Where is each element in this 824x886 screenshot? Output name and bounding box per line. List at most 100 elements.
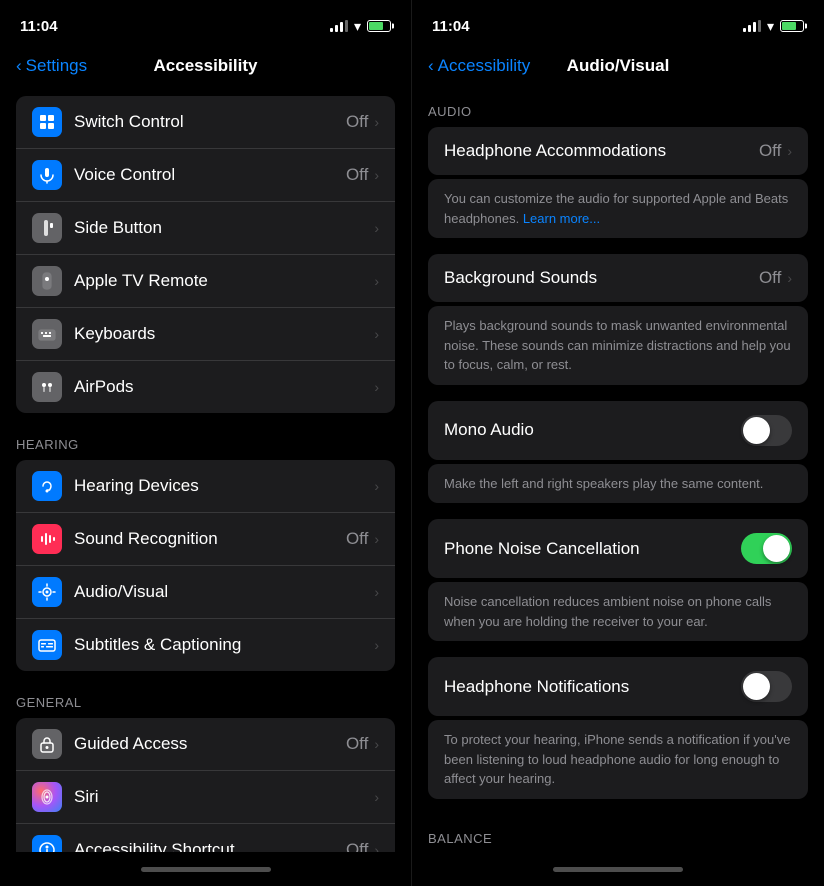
list-item-side-button[interactable]: Side Button ›: [16, 202, 395, 255]
background-sounds-row[interactable]: Background Sounds Off ›: [428, 254, 808, 302]
status-icons-left: ▾: [330, 18, 391, 35]
apple-tv-remote-icon: [32, 266, 62, 296]
chevron-icon: ›: [374, 478, 379, 494]
headphone-accommodations-description: You can customize the audio for supporte…: [428, 179, 808, 238]
headphone-notifications-card: Headphone Notifications: [428, 657, 808, 716]
back-label-left: Settings: [26, 56, 87, 76]
phone-noise-cancellation-card: Phone Noise Cancellation: [428, 519, 808, 578]
mono-audio-toggle-thumb: [743, 417, 770, 444]
headphone-accommodations-card[interactable]: Headphone Accommodations Off ›: [428, 127, 808, 175]
list-item-keyboards[interactable]: Keyboards ›: [16, 308, 395, 361]
right-list-content: AUDIO Headphone Accommodations Off › You…: [412, 88, 824, 852]
general-list-group: Guided Access Off › Siri ›: [16, 718, 395, 852]
side-button-icon: [32, 213, 62, 243]
accessibility-shortcut-value: Off: [346, 840, 368, 852]
phone-noise-cancellation-row: Phone Noise Cancellation: [428, 519, 808, 578]
wifi-icon-left: ▾: [354, 18, 361, 35]
signal-bar-3: [753, 22, 756, 32]
mono-audio-description: Make the left and right speakers play th…: [428, 464, 808, 504]
back-label-right: Accessibility: [438, 56, 531, 76]
status-bar-right: 11:04 ▾: [412, 0, 824, 44]
battery-fill-right: [782, 22, 796, 30]
signal-bar-4: [758, 20, 761, 32]
headphone-notifications-toggle-thumb: [743, 673, 770, 700]
list-item-voice-control[interactable]: Voice Control Off ›: [16, 149, 395, 202]
back-button-right[interactable]: ‹ Accessibility: [428, 56, 530, 76]
background-sounds-card[interactable]: Background Sounds Off ›: [428, 254, 808, 302]
signal-bar-1: [743, 28, 746, 32]
headphone-accommodations-value: Off: [759, 141, 781, 161]
headphone-accommodations-row[interactable]: Headphone Accommodations Off ›: [428, 127, 808, 175]
chevron-icon: ›: [374, 379, 379, 395]
signal-bars-left: [330, 20, 348, 32]
hearing-devices-label: Hearing Devices: [74, 476, 374, 496]
list-item-siri[interactable]: Siri ›: [16, 771, 395, 824]
audio-visual-label: Audio/Visual: [74, 582, 374, 602]
chevron-icon: ›: [374, 273, 379, 289]
siri-label: Siri: [74, 787, 374, 807]
headphone-notifications-toggle[interactable]: [741, 671, 792, 702]
list-item-subtitles-captioning[interactable]: Subtitles & Captioning ›: [16, 619, 395, 671]
chevron-left-icon: ‹: [428, 56, 434, 76]
list-item-hearing-devices[interactable]: Hearing Devices ›: [16, 460, 395, 513]
keyboards-label: Keyboards: [74, 324, 374, 344]
page-title-right: Audio/Visual: [567, 56, 670, 76]
top-list-group: Switch Control Off › Voice Control Off ›: [16, 96, 395, 413]
home-bar-left: [141, 867, 271, 872]
sound-recognition-value: Off: [346, 529, 368, 549]
balance-section-label: BALANCE: [412, 815, 824, 853]
chevron-icon: ›: [374, 842, 379, 852]
switch-control-label: Switch Control: [74, 112, 346, 132]
general-section-header: GENERAL: [0, 679, 411, 718]
headphone-notifications-row: Headphone Notifications: [428, 657, 808, 716]
battery-icon-right: [780, 20, 804, 32]
guided-access-label: Guided Access: [74, 734, 346, 754]
switch-control-value: Off: [346, 112, 368, 132]
list-item-guided-access[interactable]: Guided Access Off ›: [16, 718, 395, 771]
airpods-icon: [32, 372, 62, 402]
phone-noise-cancellation-label: Phone Noise Cancellation: [444, 539, 741, 559]
list-item-audio-visual[interactable]: Audio/Visual ›: [16, 566, 395, 619]
learn-more-link[interactable]: Learn more...: [523, 211, 600, 226]
voice-control-label: Voice Control: [74, 165, 346, 185]
accessibility-shortcut-label: Accessibility Shortcut: [74, 840, 346, 852]
mono-audio-desc-text: Make the left and right speakers play th…: [444, 476, 763, 491]
chevron-icon: ›: [374, 584, 379, 600]
right-panel: 11:04 ▾ ‹ Accessibility Audio/Visual AUD…: [412, 0, 824, 886]
mono-audio-label: Mono Audio: [444, 420, 741, 440]
chevron-left-icon: ‹: [16, 56, 22, 76]
battery-fill-left: [369, 22, 383, 30]
audio-section-label: AUDIO: [412, 88, 824, 127]
headphone-notifications-description: To protect your hearing, iPhone sends a …: [428, 720, 808, 799]
battery-icon-left: [367, 20, 391, 32]
background-sounds-description: Plays background sounds to mask unwanted…: [428, 306, 808, 385]
list-item-accessibility-shortcut[interactable]: Accessibility Shortcut Off ›: [16, 824, 395, 852]
phone-noise-cancellation-description: Noise cancellation reduces ambient noise…: [428, 582, 808, 641]
list-item-airpods[interactable]: AirPods ›: [16, 361, 395, 413]
back-button-left[interactable]: ‹ Settings: [16, 56, 87, 76]
home-indicator-left: [0, 852, 411, 886]
guided-access-icon: [32, 729, 62, 759]
signal-bar-1: [330, 28, 333, 32]
phone-noise-cancellation-toggle[interactable]: [741, 533, 792, 564]
background-sounds-value: Off: [759, 268, 781, 288]
background-sounds-desc-text: Plays background sounds to mask unwanted…: [444, 318, 791, 372]
chevron-icon: ›: [374, 326, 379, 342]
apple-tv-remote-label: Apple TV Remote: [74, 271, 374, 291]
left-panel: 11:04 ▾ ‹ Settings Accessibility: [0, 0, 412, 886]
subtitles-captioning-icon: [32, 630, 62, 660]
list-item-switch-control[interactable]: Switch Control Off ›: [16, 96, 395, 149]
status-bar-left: 11:04 ▾: [0, 0, 411, 44]
subtitles-captioning-label: Subtitles & Captioning: [74, 635, 374, 655]
chevron-icon: ›: [374, 220, 379, 236]
chevron-icon: ›: [374, 736, 379, 752]
status-icons-right: ▾: [743, 18, 804, 35]
status-time-left: 11:04: [20, 18, 58, 35]
list-item-apple-tv-remote[interactable]: Apple TV Remote ›: [16, 255, 395, 308]
mono-audio-toggle[interactable]: [741, 415, 792, 446]
sound-recognition-icon: [32, 524, 62, 554]
home-indicator-right: [412, 852, 824, 886]
voice-control-value: Off: [346, 165, 368, 185]
list-item-sound-recognition[interactable]: Sound Recognition Off ›: [16, 513, 395, 566]
hearing-list-group: Hearing Devices › Sound Recognition Off …: [16, 460, 395, 671]
